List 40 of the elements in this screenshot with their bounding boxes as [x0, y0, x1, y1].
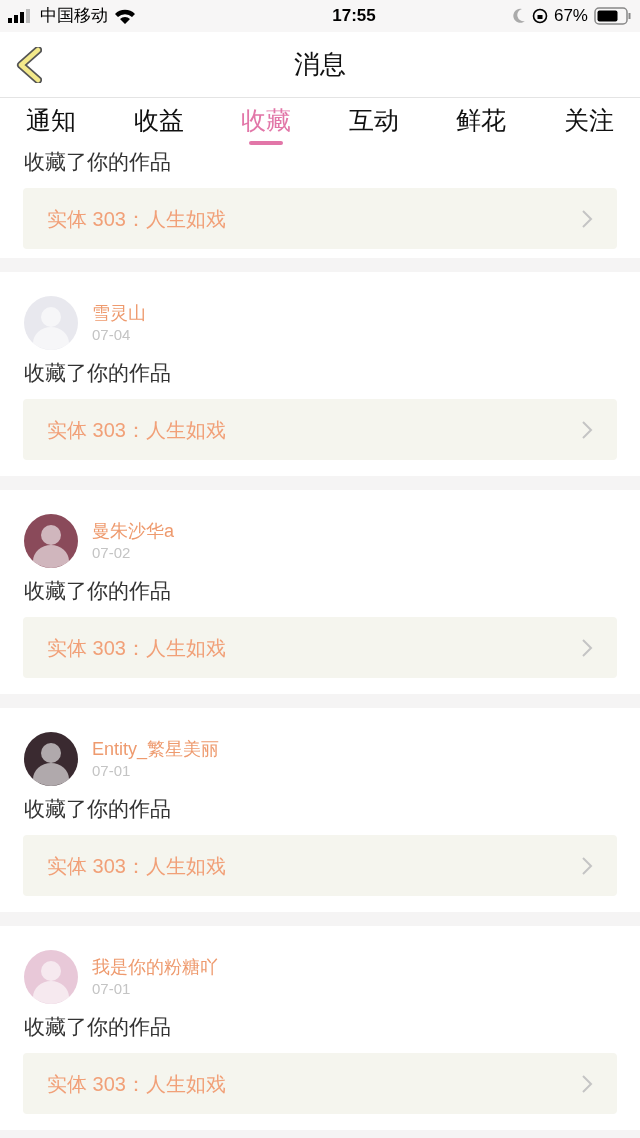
moon-icon — [511, 8, 526, 24]
chevron-right-icon — [581, 1073, 593, 1094]
tab[interactable]: 鲜花 — [456, 98, 507, 146]
back-icon[interactable] — [16, 47, 42, 83]
tab[interactable]: 收益 — [133, 98, 184, 146]
chevron-right-icon — [581, 419, 593, 440]
chevron-right-icon — [581, 208, 593, 229]
battery-icon — [594, 7, 632, 25]
clock-time: 17:55 — [332, 5, 376, 28]
user-name[interactable]: 曼朱沙华a — [92, 519, 174, 543]
rotation-lock-icon — [531, 8, 548, 24]
message-text: 收藏了你的作品 — [24, 1015, 171, 1038]
work-link[interactable]: 实体 303：人生如戏 — [23, 399, 617, 460]
work-link[interactable]: 实体 303：人生如戏 — [23, 617, 617, 678]
avatar[interactable] — [24, 514, 78, 568]
work-link[interactable]: 实体 303：人生如戏 — [23, 1053, 617, 1114]
chevron-right-icon — [581, 637, 593, 658]
battery-percent: 67% — [553, 5, 588, 28]
message-text: 收藏了你的作品 — [24, 150, 171, 173]
date-text: 07-01 — [92, 761, 132, 781]
user-name[interactable]: 雪灵山 — [92, 301, 146, 325]
tab[interactable]: 关注 — [563, 98, 614, 146]
tab[interactable]: 通知 — [26, 98, 76, 146]
message-text: 收藏了你的作品 — [24, 797, 171, 820]
page-title: 消息 — [294, 48, 346, 81]
tab[interactable]: 收藏 — [241, 98, 292, 146]
user-name[interactable]: 我是你的粉糖吖 — [92, 955, 218, 979]
work-link[interactable]: 实体 303：人生如戏 — [23, 188, 617, 249]
user-name[interactable]: Entity_繁星美丽 — [92, 737, 220, 761]
chevron-right-icon — [581, 855, 593, 876]
wifi-icon — [114, 8, 136, 24]
avatar[interactable] — [24, 732, 78, 786]
carrier-name: 中国移动 — [40, 5, 108, 28]
date-text: 07-04 — [92, 325, 132, 345]
work-link[interactable]: 实体 303：人生如戏 — [23, 835, 617, 896]
tab[interactable]: 互动 — [348, 98, 399, 146]
message-text: 收藏了你的作品 — [24, 579, 171, 602]
date-text: 07-01 — [92, 979, 132, 999]
message-text: 收藏了你的作品 — [24, 361, 171, 384]
date-text: 07-02 — [92, 543, 132, 563]
